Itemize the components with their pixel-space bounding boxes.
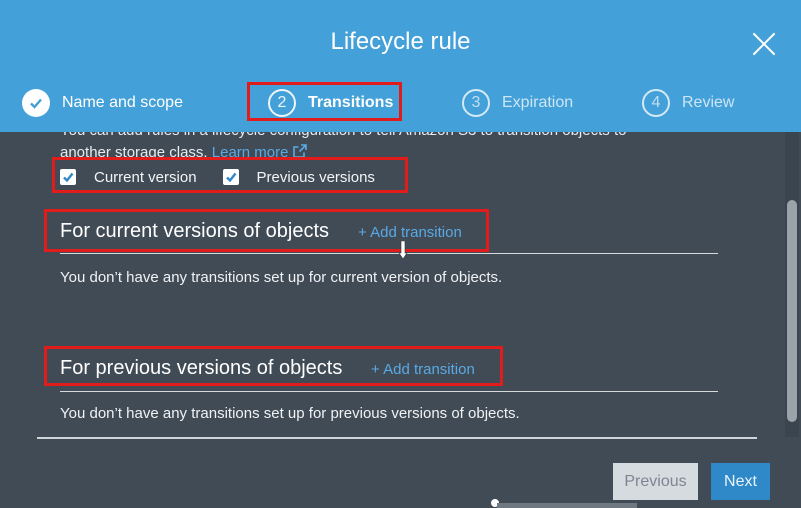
- step-number: 3: [462, 89, 490, 117]
- current-version-label: Current version: [94, 168, 197, 186]
- step-number: 2: [268, 89, 296, 117]
- next-button[interactable]: Next: [711, 463, 770, 500]
- step-label: Transitions: [308, 94, 394, 111]
- step-number: 4: [642, 89, 670, 117]
- cursor-icon: [399, 241, 408, 259]
- dialog-content: You can add rules in a lifecycle configu…: [0, 132, 785, 440]
- step-label: Expiration: [502, 94, 574, 111]
- intro-text: You can add rules in a lifecycle configu…: [60, 132, 700, 164]
- add-transition-current-link[interactable]: + Add transition: [358, 224, 462, 241]
- add-transition-previous-link[interactable]: + Add transition: [371, 361, 475, 378]
- close-icon[interactable]: [748, 28, 780, 60]
- lifecycle-rule-dialog: Lifecycle rule Name and scope 2 Transiti…: [0, 0, 801, 508]
- version-checkboxes: Current version Previous versions: [60, 166, 401, 188]
- step-review[interactable]: 4 Review: [642, 88, 734, 118]
- check-icon: [22, 89, 50, 117]
- current-versions-title: For current versions of objects: [60, 220, 329, 242]
- current-version-checkbox[interactable]: [60, 169, 76, 185]
- previous-versions-title: For previous versions of objects: [60, 357, 343, 379]
- content-bottom-divider: [37, 437, 757, 439]
- step-name-and-scope[interactable]: Name and scope: [22, 88, 183, 118]
- intro-line-2: another storage class.: [60, 144, 208, 161]
- previous-versions-message: You don’t have any transitions set up fo…: [60, 405, 520, 422]
- dialog-title: Lifecycle rule: [330, 28, 471, 55]
- previous-versions-checkbox[interactable]: [222, 169, 239, 185]
- step-label: Name and scope: [62, 94, 183, 111]
- step-expiration[interactable]: 3 Expiration: [462, 88, 573, 118]
- section-divider: [60, 253, 718, 254]
- step-transitions[interactable]: 2 Transitions: [268, 88, 393, 118]
- dialog-header: Lifecycle rule Name and scope 2 Transiti…: [0, 0, 801, 132]
- current-versions-message: You don’t have any transitions set up fo…: [60, 269, 503, 286]
- step-label: Review: [682, 94, 735, 111]
- intro-line-1: You can add rules in a lifecycle configu…: [60, 132, 700, 142]
- learn-more-link[interactable]: Learn more: [212, 144, 307, 161]
- section-divider: [60, 391, 718, 392]
- previous-button[interactable]: Previous: [613, 463, 698, 500]
- video-progress-strip: [497, 503, 637, 508]
- scrollbar-thumb[interactable]: [787, 200, 797, 422]
- previous-versions-label: Previous versions: [256, 168, 375, 186]
- external-link-icon: [292, 144, 307, 158]
